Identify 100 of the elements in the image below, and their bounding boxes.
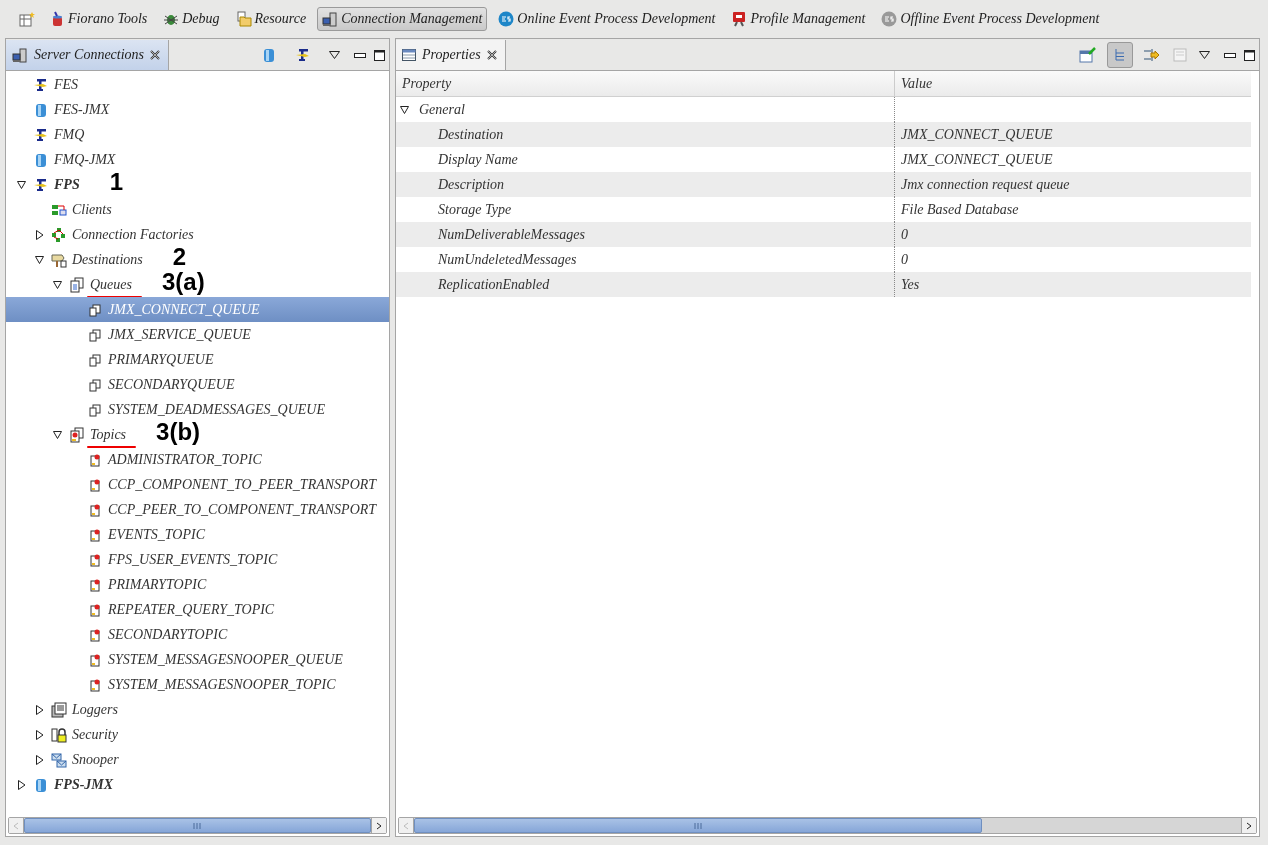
collapse-icon[interactable] (16, 179, 26, 190)
perspective-button[interactable]: Resource (230, 7, 312, 31)
maximize-icon[interactable] (374, 49, 385, 61)
tree-label: JMX_SERVICE_QUEUE (108, 326, 251, 343)
minimize-icon[interactable] (354, 52, 366, 58)
scroll-right-icon[interactable] (1246, 821, 1252, 830)
view-menu-icon[interactable] (329, 51, 340, 59)
collapse-icon[interactable] (400, 104, 409, 115)
cylinder-icon[interactable] (261, 47, 277, 63)
scroll-right-icon[interactable] (376, 821, 383, 830)
tree-row[interactable]: Connection Factories (6, 222, 389, 247)
tree-label: SECONDARYTOPIC (108, 626, 228, 643)
arrows-icon[interactable] (1143, 47, 1161, 63)
tree-label: FPS-JMX (54, 776, 114, 793)
tree-row[interactable]: CCP_PEER_TO_COMPONENT_TRANSPORT (6, 497, 389, 522)
collapse-icon[interactable] (52, 429, 62, 440)
tree-row[interactable]: SYSTEM_MESSAGESNOOPER_QUEUE (6, 647, 389, 672)
property-value: 0 (901, 251, 908, 268)
tree-row[interactable]: FPS-JMX (6, 772, 389, 797)
profile-icon (731, 11, 748, 27)
tree-row[interactable]: EVENTS_TOPIC (6, 522, 389, 547)
server-f-icon (33, 176, 49, 193)
property-value: Jmx connection request queue (901, 176, 1070, 193)
cylinder-icon (33, 101, 49, 118)
minimize-icon[interactable] (1224, 52, 1236, 58)
tree-row[interactable]: Queues 3(a) (6, 272, 389, 297)
server-f-icon (33, 126, 49, 143)
server-f-icon[interactable] (295, 47, 311, 63)
maximize-icon[interactable] (1244, 49, 1255, 61)
expand-icon[interactable] (34, 729, 44, 740)
tree-label: PRIMARYTOPIC (108, 576, 207, 593)
property-value: 0 (901, 226, 908, 243)
category-label: General (419, 101, 465, 118)
tree-row[interactable]: FES (6, 72, 389, 97)
annotation-number: 3(a) (162, 269, 205, 294)
table-icon (402, 49, 416, 61)
tree-label: Snooper (72, 751, 119, 768)
tree-label: JMX_CONNECT_QUEUE (108, 301, 260, 318)
perspective-button[interactable]: Connection Management (317, 7, 488, 31)
stacked-pages-icon (87, 376, 103, 393)
tree-row[interactable]: CCP_COMPONENT_TO_PEER_TRANSPORT (6, 472, 389, 497)
tree-label: SYSTEM_MESSAGESNOOPER_QUEUE (108, 651, 343, 668)
collapse-icon[interactable] (52, 279, 62, 290)
tree-row[interactable]: FES-JMX (6, 97, 389, 122)
cylinder-icon (33, 776, 49, 793)
perspective-button[interactable]: Offline Event Process Development (876, 7, 1105, 31)
expand-icon[interactable] (34, 704, 44, 715)
annotation-number: 3(b) (156, 419, 201, 444)
tree-row[interactable]: ADMINISTRATOR_TOPIC (6, 447, 389, 472)
expand-icon[interactable] (34, 229, 44, 240)
tree-row[interactable]: Clients (6, 197, 389, 222)
tree-row[interactable]: Topics 3(b) (6, 422, 389, 447)
collapse-icon[interactable] (34, 254, 44, 265)
tree-label: Clients (72, 201, 112, 218)
property-name: Display Name (438, 151, 518, 168)
property-name: NumUndeletedMessages (438, 251, 577, 268)
tree-row[interactable]: JMX_SERVICE_QUEUE (6, 322, 389, 347)
tree-row[interactable]: SECONDARYQUEUE (6, 372, 389, 397)
tab-title: Properties (422, 47, 481, 63)
tree-row[interactable]: Security (6, 722, 389, 747)
tree-row[interactable]: SYSTEM_DEADMESSAGES_QUEUE (6, 397, 389, 422)
tree-row[interactable]: PRIMARYQUEUE (6, 347, 389, 372)
horizontal-scrollbar[interactable] (398, 817, 1257, 834)
signpost-icon (51, 251, 67, 268)
panel-tab[interactable]: Properties (396, 40, 506, 70)
tree-label: FPS (54, 176, 80, 193)
tree-label: FES (54, 76, 79, 93)
view-menu-icon[interactable] (1199, 51, 1210, 59)
pin-icon[interactable] (1079, 47, 1097, 63)
stacked-pages-icon (87, 351, 103, 368)
tree-row[interactable]: FMQ (6, 122, 389, 147)
expand-icon[interactable] (34, 754, 44, 765)
computer-icon (12, 47, 28, 63)
stacked-pages-icon (87, 326, 103, 343)
grip-icon (693, 822, 702, 829)
column-header[interactable]: Value (894, 71, 1251, 96)
tree-row[interactable]: FMQ-JMX (6, 147, 389, 172)
tree-row[interactable]: FPS 1 (6, 172, 389, 197)
column-header[interactable]: Property (396, 71, 894, 96)
tree-row[interactable]: Destinations 2 (6, 247, 389, 272)
perspective-button[interactable]: Debug (158, 7, 225, 31)
panel-tab[interactable]: Server Connections (6, 40, 170, 70)
tree-row[interactable]: SYSTEM_MESSAGESNOOPER_TOPIC (6, 672, 389, 697)
perspective-button[interactable]: Online Event Process Development (493, 7, 721, 31)
tree-row[interactable]: PRIMARYTOPIC (6, 572, 389, 597)
horizontal-scrollbar[interactable] (8, 817, 387, 834)
tree-row[interactable]: Snooper (6, 747, 389, 772)
close-icon[interactable] (150, 50, 161, 60)
perspective-button[interactable]: Profile Management (726, 7, 871, 31)
tree-row[interactable]: SECONDARYTOPIC (6, 622, 389, 647)
expand-icon[interactable] (16, 779, 26, 790)
tree-row[interactable]: FPS_USER_EVENTS_TOPIC (6, 547, 389, 572)
tree-label: Loggers (72, 701, 118, 718)
perspective-button[interactable]: Fiorano Tools (44, 7, 153, 31)
tree-row[interactable]: Loggers (6, 697, 389, 722)
tree-row[interactable]: REPEATER_QUERY_TOPIC (6, 597, 389, 622)
stacked-pages-icon (69, 426, 85, 443)
close-icon[interactable] (486, 50, 497, 60)
cylinder-icon (33, 151, 49, 168)
tree-label: CCP_PEER_TO_COMPONENT_TRANSPORT (108, 501, 377, 518)
